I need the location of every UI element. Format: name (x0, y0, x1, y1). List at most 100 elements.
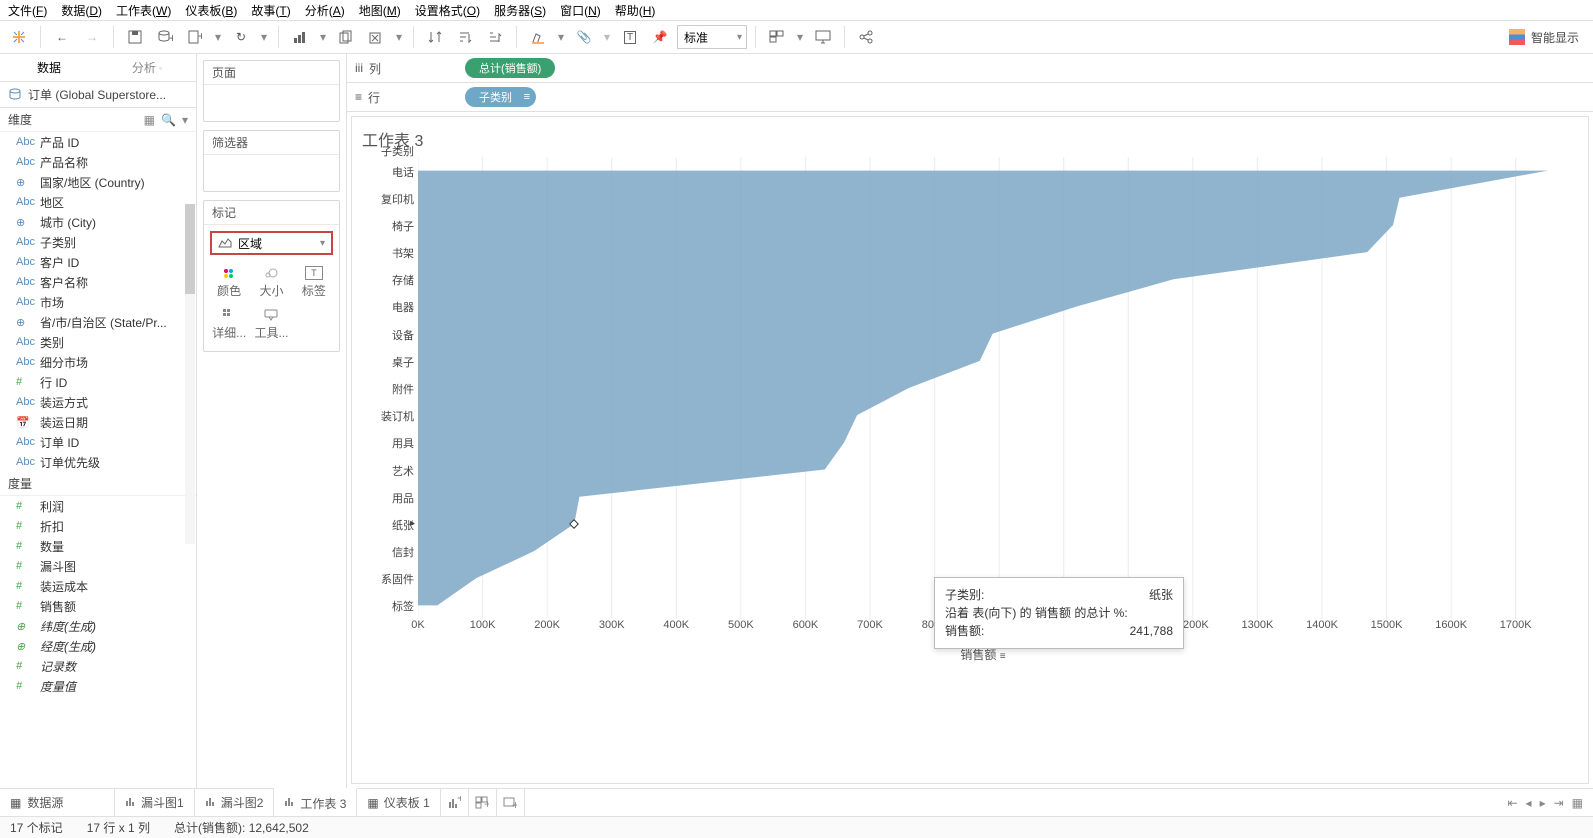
marks-size[interactable]: 大小 (250, 261, 292, 303)
refresh-icon[interactable]: ↻ (228, 24, 254, 50)
sheet-tab[interactable]: 工作表 3 (274, 788, 357, 816)
pages-shelf[interactable]: 页面 (203, 60, 340, 122)
pin-icon[interactable]: 📌 (647, 24, 673, 50)
sheet-tab[interactable]: 漏斗图1 (115, 789, 195, 816)
analytics-tab[interactable]: 分析◦ (98, 54, 196, 81)
new-dashboard-icon[interactable]: + (469, 789, 497, 816)
back-icon[interactable]: ← (49, 24, 75, 50)
menu-item[interactable]: 设置格式(O) (415, 2, 480, 19)
sheet-tab[interactable]: 漏斗图2 (195, 789, 275, 816)
marks-detail[interactable]: 详细... (208, 303, 250, 345)
sort-desc-icon[interactable] (482, 24, 508, 50)
viz-canvas[interactable]: 工作表 3 0K100K200K300K400K500K600K700K800K… (351, 116, 1589, 784)
dashboard-tab[interactable]: ▦仪表板 1 (357, 789, 440, 816)
field-item[interactable]: ⊕省/市/自治区 (State/Pr... (0, 312, 196, 332)
menu-item[interactable]: 文件(F) (8, 2, 47, 19)
field-item[interactable]: Abc子类别 (0, 232, 196, 252)
dropdown-icon[interactable]: ▾ (555, 24, 567, 50)
share-icon[interactable] (853, 24, 879, 50)
save-icon[interactable] (122, 24, 148, 50)
tableau-logo-icon[interactable] (6, 24, 32, 50)
tabs-list-icon[interactable]: ▦ (1572, 796, 1583, 810)
new-datasource-icon[interactable]: + (152, 24, 178, 50)
columns-shelf[interactable]: iii列 总计(销售额) (347, 54, 1593, 83)
dropdown-icon[interactable]: ▾ (212, 24, 224, 50)
field-item[interactable]: Abc产品 ID (0, 132, 196, 152)
search-icon[interactable]: 🔍 (161, 113, 176, 127)
field-item[interactable]: Abc地区 (0, 192, 196, 212)
dropdown-icon[interactable]: ▾ (393, 24, 405, 50)
rows-pill[interactable]: 子类别 (465, 87, 536, 107)
field-item[interactable]: Abc装运方式 (0, 392, 196, 412)
marks-label[interactable]: T标签 (293, 261, 335, 303)
swap-icon[interactable] (287, 24, 313, 50)
menu-item[interactable]: 仪表板(B) (185, 2, 237, 19)
dropdown-icon[interactable]: ▾ (794, 24, 806, 50)
field-item[interactable]: Abc产品名称 (0, 152, 196, 172)
field-item[interactable]: #装运成本 (0, 576, 196, 596)
field-item[interactable]: #折扣 (0, 516, 196, 536)
field-item[interactable]: Abc客户 ID (0, 252, 196, 272)
data-tab[interactable]: 数据 (0, 54, 98, 81)
menu-item[interactable]: 故事(T) (251, 2, 290, 19)
prev-icon[interactable]: ◂ (1526, 796, 1532, 810)
datasource-tab[interactable]: ▦数据源 (0, 789, 115, 816)
show-cards-icon[interactable] (764, 24, 790, 50)
menu-item[interactable]: 服务器(S) (494, 2, 546, 19)
field-item[interactable]: ⊕国家/地区 (Country) (0, 172, 196, 192)
marks-tooltip[interactable]: 工具... (250, 303, 292, 345)
field-item[interactable]: #度量值 (0, 676, 196, 696)
first-icon[interactable]: ⇤ (1507, 796, 1517, 810)
field-item[interactable]: Abc市场 (0, 292, 196, 312)
datasource-item[interactable]: 订单 (Global Superstore... (0, 82, 196, 108)
mark-type-select[interactable]: 区域 (210, 231, 333, 255)
dropdown-icon[interactable]: ▾ (317, 24, 329, 50)
menu-item[interactable]: 帮助(H) (615, 2, 656, 19)
sort-swap-icon[interactable] (422, 24, 448, 50)
menu-item[interactable]: 分析(A) (305, 2, 345, 19)
field-item[interactable]: ⊕经度(生成) (0, 636, 196, 656)
menu-item[interactable]: 工作表(W) (116, 2, 171, 19)
forward-icon[interactable]: → (79, 24, 105, 50)
new-worksheet-icon[interactable]: + (441, 789, 469, 816)
field-item[interactable]: #销售额 (0, 596, 196, 616)
field-item[interactable]: Abc订单优先级 (0, 452, 196, 472)
field-item[interactable]: #行 ID (0, 372, 196, 392)
field-item[interactable]: Abc类别 (0, 332, 196, 352)
next-icon[interactable]: ▸ (1540, 796, 1546, 810)
attach-icon[interactable]: 📎 (571, 24, 597, 50)
duplicate-icon[interactable] (333, 24, 359, 50)
rows-shelf[interactable]: ≡行 子类别 (347, 83, 1593, 112)
field-item[interactable]: #漏斗图 (0, 556, 196, 576)
sort-asc-icon[interactable] (452, 24, 478, 50)
last-icon[interactable]: ⇥ (1554, 796, 1564, 810)
clear-icon[interactable] (363, 24, 389, 50)
scrollbar[interactable] (185, 204, 195, 544)
fit-select[interactable]: 标准 (677, 25, 747, 49)
field-item[interactable]: ⊕纬度(生成) (0, 616, 196, 636)
menu-item[interactable]: 地图(M) (359, 2, 401, 19)
field-item[interactable]: ⊕城市 (City) (0, 212, 196, 232)
view-icon[interactable]: ▦ (144, 113, 155, 127)
field-item[interactable]: Abc订单 ID (0, 432, 196, 452)
menu-item[interactable]: 窗口(N) (560, 2, 601, 19)
field-item[interactable]: 📅装运日期 (0, 412, 196, 432)
field-item[interactable]: Abc细分市场 (0, 352, 196, 372)
field-item[interactable]: #利润 (0, 496, 196, 516)
dropdown-icon[interactable]: ▾ (601, 24, 613, 50)
text-label-icon[interactable]: T (617, 24, 643, 50)
highlight-icon[interactable] (525, 24, 551, 50)
field-item[interactable]: Abc客户名称 (0, 272, 196, 292)
filters-shelf[interactable]: 筛选器 (203, 130, 340, 192)
dropdown-icon[interactable]: ▾ (258, 24, 270, 50)
field-item[interactable]: #数量 (0, 536, 196, 556)
new-sheet-icon[interactable]: + (182, 24, 208, 50)
marks-color[interactable]: 颜色 (208, 261, 250, 303)
new-story-icon[interactable]: + (497, 789, 525, 816)
columns-pill[interactable]: 总计(销售额) (465, 58, 555, 78)
show-me-button[interactable]: 智能显示 (1501, 29, 1587, 46)
presentation-icon[interactable] (810, 24, 836, 50)
field-item[interactable]: #记录数 (0, 656, 196, 676)
menu-icon[interactable]: ▾ (182, 113, 188, 127)
menu-item[interactable]: 数据(D) (61, 2, 102, 19)
